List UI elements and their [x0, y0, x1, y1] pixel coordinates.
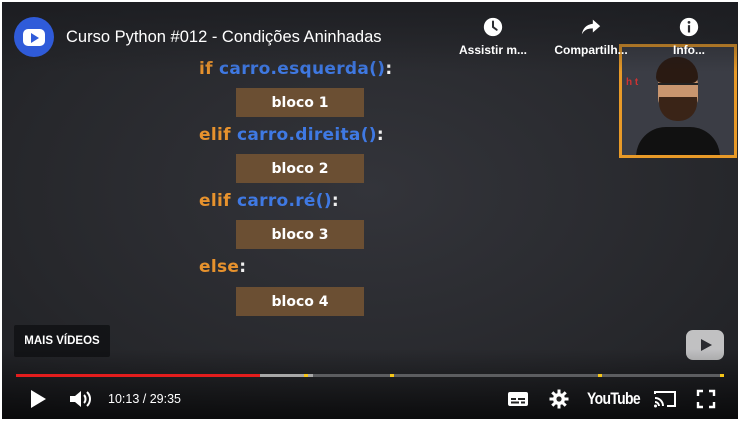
- code-block-1: bloco 1: [236, 88, 364, 117]
- info-label: Info...: [673, 43, 705, 57]
- subtitles-icon: [508, 392, 528, 406]
- cast-icon: [654, 391, 676, 408]
- code-block-4: bloco 4: [236, 287, 364, 316]
- youtube-wordmark: YouTube: [587, 389, 641, 408]
- background-sign: h t: [626, 77, 639, 88]
- progress-played: [16, 374, 261, 377]
- code-block-2: bloco 2: [236, 154, 364, 183]
- play-icon: [31, 390, 46, 408]
- volume-button[interactable]: [68, 385, 94, 413]
- keyword: elif: [199, 191, 231, 211]
- info-icon: [679, 17, 699, 37]
- presenter-beard: [659, 97, 697, 121]
- top-actions: Assistir m... Compartilh... Info...: [444, 16, 738, 57]
- condition: carro.direita(): [237, 125, 377, 145]
- keyword: else: [199, 257, 240, 277]
- chapter-marker: [304, 374, 308, 377]
- channel-logo-icon: [23, 28, 45, 46]
- condition: carro.ré(): [237, 191, 332, 211]
- chapter-marker: [720, 374, 724, 377]
- fullscreen-button[interactable]: [696, 385, 716, 413]
- watch-later-label: Assistir m...: [458, 43, 528, 57]
- gear-icon: [549, 389, 569, 409]
- video-title[interactable]: Curso Python #012 - Condições Aninhadas: [66, 28, 382, 47]
- video-player[interactable]: if carro.esquerda(): bloco 1 elif carro.…: [2, 2, 738, 419]
- volume-icon: [70, 391, 91, 407]
- settings-button[interactable]: [548, 385, 570, 413]
- code-line-elif-2: elif carro.ré():: [199, 191, 339, 211]
- code-line-elif-1: elif carro.direita():: [199, 125, 384, 145]
- colon: :: [239, 257, 247, 277]
- colon: :: [376, 125, 384, 145]
- progress-bar[interactable]: [16, 374, 724, 377]
- clock-icon: [483, 17, 503, 37]
- cast-button[interactable]: [653, 385, 677, 413]
- chapter-marker: [598, 374, 602, 377]
- channel-avatar[interactable]: [14, 17, 54, 57]
- play-button[interactable]: [28, 385, 48, 413]
- presenter-glasses: [658, 83, 698, 95]
- info-button[interactable]: Info...: [640, 16, 738, 57]
- fullscreen-icon: [696, 389, 716, 409]
- code-line-else: else:: [199, 257, 246, 277]
- watch-later-button[interactable]: Assistir m...: [444, 16, 542, 57]
- time-display: 10:13 / 29:35: [108, 392, 181, 406]
- subtitles-button[interactable]: [507, 385, 529, 413]
- share-button[interactable]: Compartilh...: [542, 16, 640, 57]
- youtube-logo-button[interactable]: YouTube: [587, 385, 652, 413]
- share-icon: [581, 19, 601, 35]
- presenter-shirt: [636, 127, 720, 155]
- code-block-3: bloco 3: [236, 220, 364, 249]
- share-label: Compartilh...: [554, 43, 628, 57]
- keyword: elif: [199, 125, 231, 145]
- chapter-marker: [390, 374, 394, 377]
- colon: :: [331, 191, 340, 211]
